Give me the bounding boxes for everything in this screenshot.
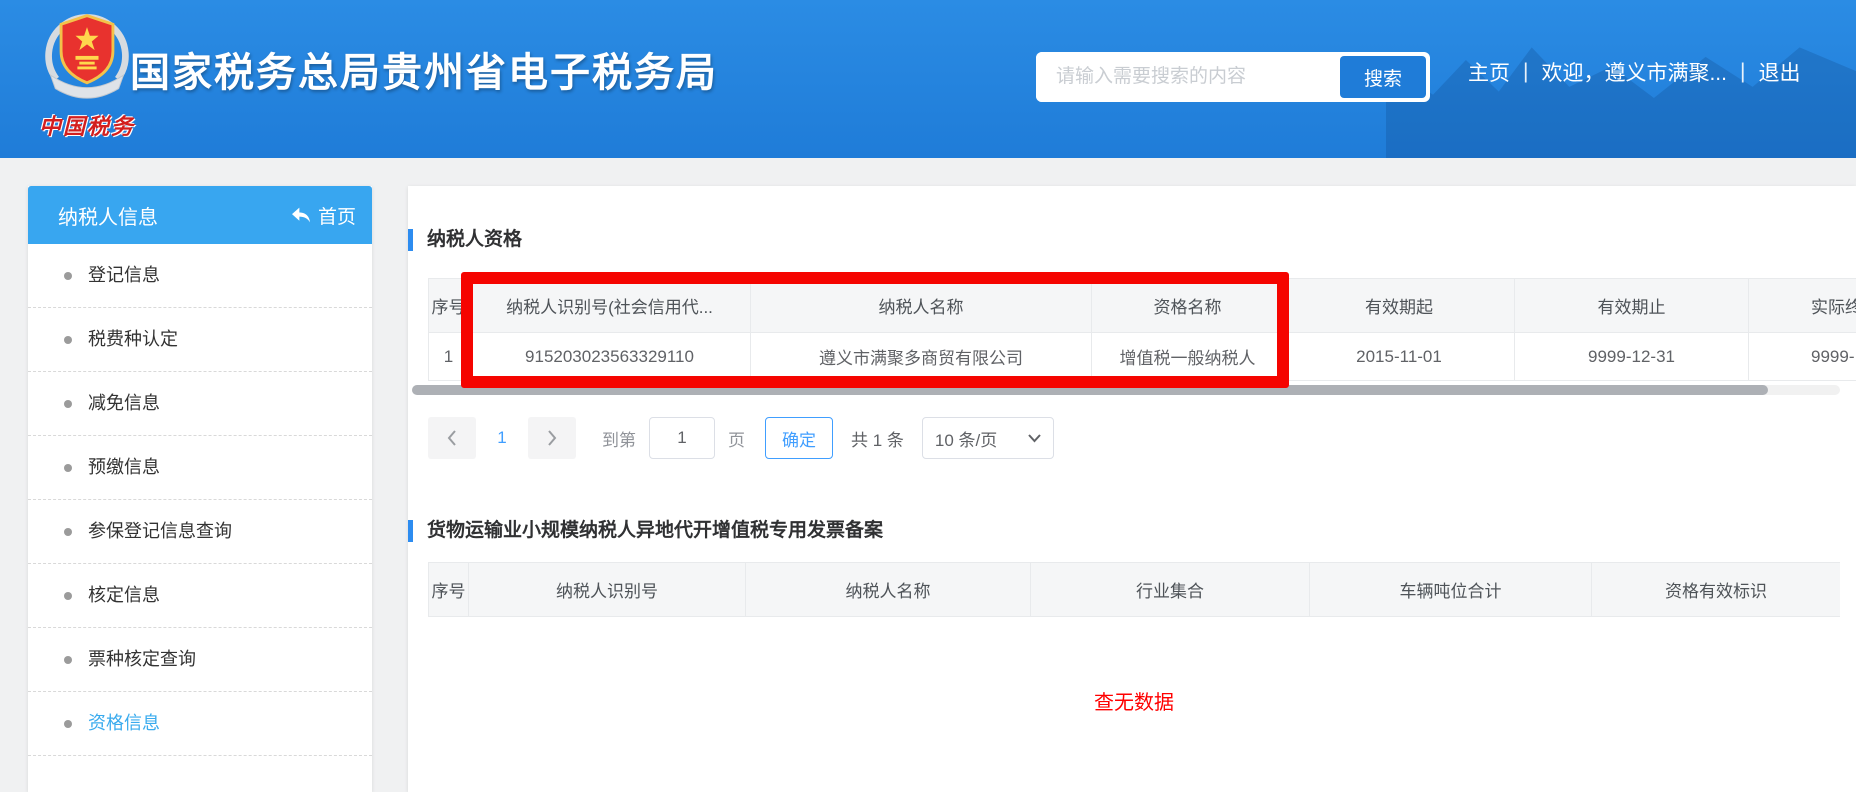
total-count-label: 共 1 条: [851, 426, 904, 451]
sidebar-item-label: 登记信息: [88, 265, 160, 285]
current-page-number[interactable]: 1: [496, 428, 508, 448]
confirm-page-button[interactable]: 确定: [765, 417, 833, 459]
cell-index: 1: [429, 333, 469, 381]
chevron-down-icon: [1028, 434, 1041, 443]
search-box: 搜索: [1036, 52, 1430, 102]
prev-page-button[interactable]: [428, 417, 476, 459]
column-header: 序号: [429, 563, 469, 617]
sidebar-item-heding[interactable]: 核定信息: [28, 564, 372, 628]
table-header-row: 序号 纳税人识别号(社会信用代... 纳税人名称 资格名称 有效期起 有效期止 …: [429, 279, 1856, 333]
sidebar-title: 纳税人信息: [58, 201, 158, 230]
chevron-right-icon: [546, 429, 558, 447]
bullet-icon: [64, 656, 72, 664]
page-number-input[interactable]: [649, 417, 715, 459]
sidebar-menu: 登记信息 税费种认定 减免信息 预缴信息 参保登记信息查询 核定信息 票种核定查…: [28, 244, 372, 756]
next-page-button[interactable]: [528, 417, 576, 459]
cell-valid-from: 2015-11-01: [1284, 333, 1515, 381]
nav-logout-link[interactable]: 退出: [1758, 57, 1800, 87]
section-title-freight: 货物运输业小规模纳税人异地代开增值税专用发票备案: [408, 520, 883, 542]
sidebar-item-piaozhong[interactable]: 票种核定查询: [28, 628, 372, 692]
column-header: 有效期止: [1515, 279, 1749, 333]
bullet-icon: [64, 592, 72, 600]
sidebar-item-jianmian[interactable]: 减免信息: [28, 372, 372, 436]
bullet-icon: [64, 528, 72, 536]
back-to-home-button[interactable]: 首页: [291, 202, 356, 229]
cell-actual-end: 9999-: [1749, 333, 1856, 381]
sidebar-item-yujiao[interactable]: 预缴信息: [28, 436, 372, 500]
sidebar-item-label: 票种核定查询: [88, 649, 196, 669]
cell-taxpayer-id: 915203023563329110: [469, 333, 751, 381]
column-header: 实际终: [1749, 279, 1856, 333]
sidebar-item-dengji[interactable]: 登记信息: [28, 244, 372, 308]
freight-table: 序号 纳税人识别号 纳税人名称 行业集合 车辆吨位合计 资格有效标识: [428, 562, 1840, 617]
column-header: 序号: [429, 279, 469, 333]
horizontal-scrollbar-thumb[interactable]: [412, 385, 1768, 395]
top-nav: 主页 | 欢迎，遵义市满聚... | 退出: [1468, 57, 1800, 87]
tax-emblem-icon: [41, 6, 133, 102]
sidebar-item-label: 核定信息: [88, 585, 160, 605]
column-header: 资格有效标识: [1592, 563, 1841, 617]
nav-home-link[interactable]: 主页: [1468, 57, 1510, 87]
search-input[interactable]: [1036, 52, 1340, 102]
column-header: 有效期起: [1284, 279, 1515, 333]
no-data-message: 查无数据: [428, 686, 1840, 715]
bullet-icon: [64, 272, 72, 280]
goto-page-prefix: 到第: [602, 426, 636, 451]
bullet-icon: [64, 720, 72, 728]
reply-arrow-icon: [291, 206, 311, 224]
bullet-icon: [64, 400, 72, 408]
qualification-table-wrap: 序号 纳税人识别号(社会信用代... 纳税人名称 资格名称 有效期起 有效期止 …: [428, 278, 1856, 381]
nav-separator: |: [1523, 60, 1528, 84]
back-home-label: 首页: [318, 202, 356, 229]
sidebar-item-zige-active[interactable]: 资格信息: [28, 692, 372, 756]
chevron-left-icon: [446, 429, 458, 447]
column-header: 纳税人识别号: [469, 563, 746, 617]
site-title: 国家税务总局贵州省电子税务局: [130, 40, 718, 98]
section-title-qualification: 纳税人资格: [408, 229, 522, 251]
column-header: 纳税人名称: [746, 563, 1031, 617]
bullet-icon: [64, 464, 72, 472]
nav-separator: |: [1740, 60, 1745, 84]
logo: 中国税务: [32, 6, 142, 141]
page: { "header": { "logo": { "caption": "中国税务…: [0, 0, 1856, 792]
search-button[interactable]: 搜索: [1340, 56, 1426, 98]
nav-welcome-user[interactable]: 欢迎，遵义市满聚...: [1541, 57, 1727, 87]
sidebar-item-canbao[interactable]: 参保登记信息查询: [28, 500, 372, 564]
sidebar-item-label: 税费种认定: [88, 329, 178, 349]
cell-valid-to: 9999-12-31: [1515, 333, 1749, 381]
sidebar-header: 纳税人信息 首页: [28, 186, 372, 244]
app-header: 中国税务 国家税务总局贵州省电子税务局 搜索 主页 | 欢迎，遵义市满聚... …: [0, 0, 1856, 158]
sidebar: 纳税人信息 首页 登记信息 税费种认定 减免信息 预缴信息 参保登记信息查询 核…: [28, 186, 372, 792]
column-header: 车辆吨位合计: [1310, 563, 1592, 617]
column-header: 纳税人识别号(社会信用代...: [469, 279, 751, 333]
sidebar-item-label: 减免信息: [88, 393, 160, 413]
horizontal-scrollbar-track[interactable]: [412, 385, 1840, 395]
sidebar-item-label: 参保登记信息查询: [88, 521, 232, 541]
logo-caption: 中国税务: [32, 109, 142, 141]
table-row: 1 915203023563329110 遵义市满聚多商贸有限公司 增值税一般纳…: [429, 333, 1856, 381]
column-header: 行业集合: [1031, 563, 1310, 617]
bullet-icon: [64, 336, 72, 344]
page-size-dropdown[interactable]: 10 条/页: [922, 417, 1054, 459]
column-header: 纳税人名称: [751, 279, 1092, 333]
table-header-row: 序号 纳税人识别号 纳税人名称 行业集合 车辆吨位合计 资格有效标识: [429, 563, 1841, 617]
pagination: 1 到第 页 确定 共 1 条 10 条/页: [428, 417, 1054, 459]
main-panel: 纳税人资格 序号 纳税人识别号(社会信用代... 纳税人名称 资格名称 有效期起…: [408, 186, 1856, 792]
column-header: 资格名称: [1092, 279, 1284, 333]
qualification-table: 序号 纳税人识别号(社会信用代... 纳税人名称 资格名称 有效期起 有效期止 …: [428, 278, 1856, 381]
page-size-value: 10 条/页: [935, 426, 997, 451]
sidebar-item-shuifeizhong[interactable]: 税费种认定: [28, 308, 372, 372]
cell-taxpayer-name: 遵义市满聚多商贸有限公司: [751, 333, 1092, 381]
goto-page-suffix: 页: [728, 426, 745, 451]
sidebar-item-label: 资格信息: [88, 713, 160, 733]
freight-table-wrap: 序号 纳税人识别号 纳税人名称 行业集合 车辆吨位合计 资格有效标识: [428, 562, 1840, 617]
sidebar-item-label: 预缴信息: [88, 457, 160, 477]
cell-qualification-name: 增值税一般纳税人: [1092, 333, 1284, 381]
